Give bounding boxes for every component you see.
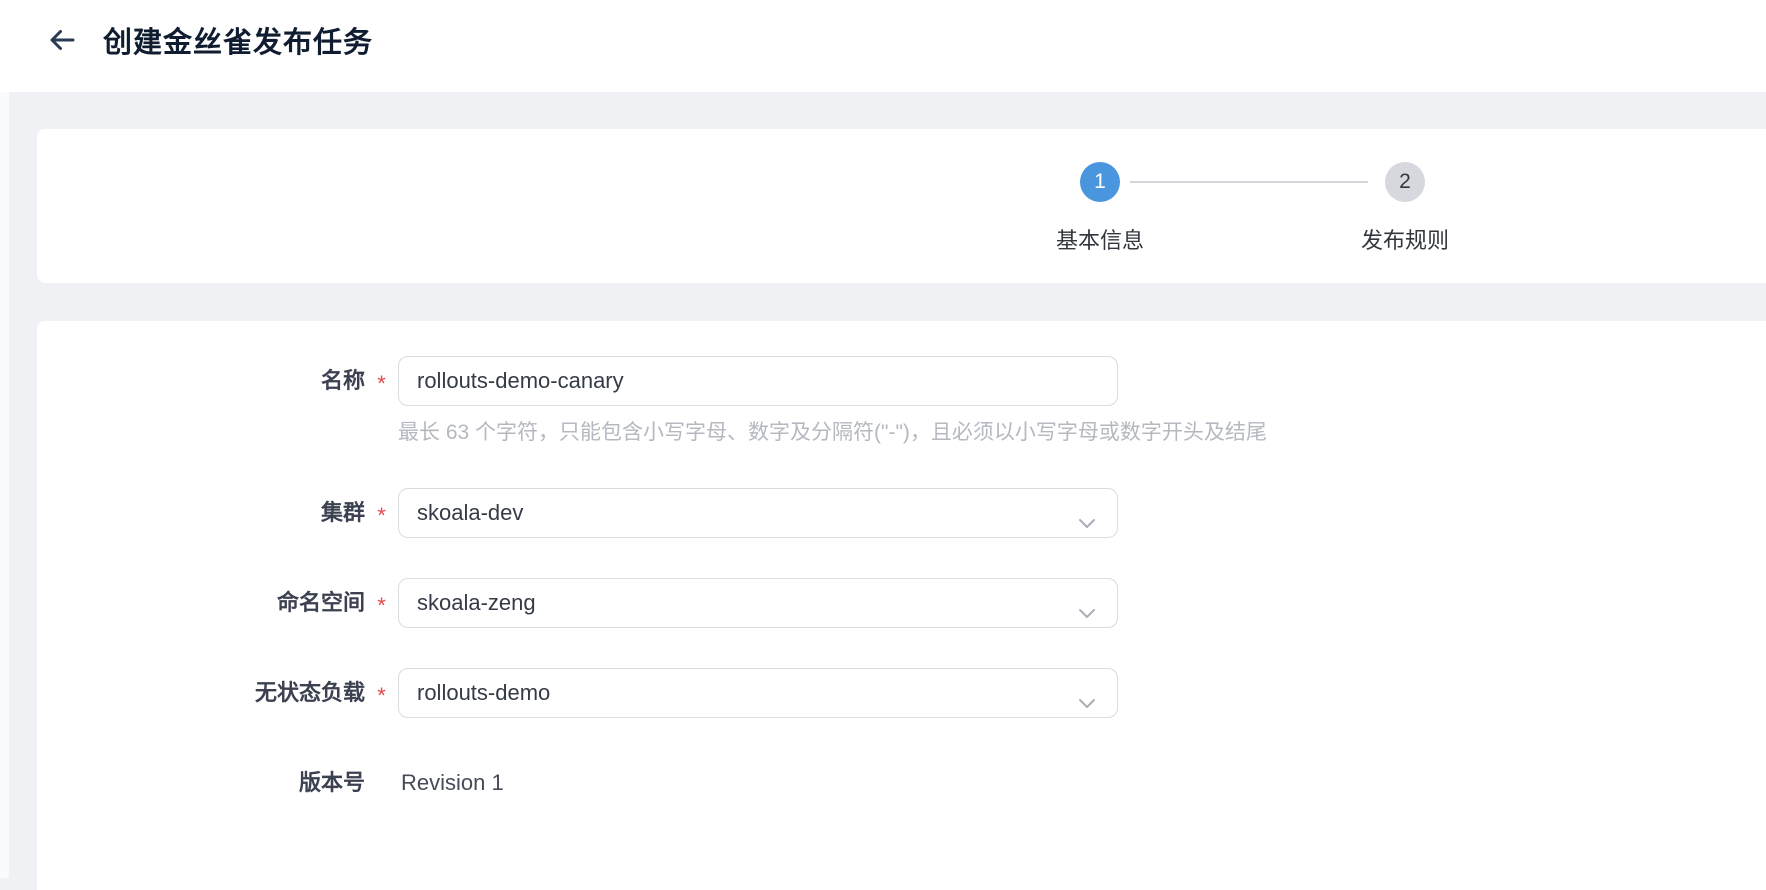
step-item-release-rules[interactable] (1285, 154, 1525, 284)
namespace-required-mark: * (365, 578, 398, 628)
form-row-workload: 无状态负载 * rollouts-demo (37, 668, 1766, 718)
namespace-select-value: skoala-zeng (417, 590, 536, 615)
back-button[interactable] (45, 23, 79, 57)
name-required-mark: * (365, 356, 398, 406)
cluster-select[interactable]: skoala-dev (398, 488, 1118, 538)
stepper-card: 1 基本信息 2 发布规则 (37, 129, 1766, 283)
form-row-namespace: 命名空间 * skoala-zeng (37, 578, 1766, 628)
chevron-down-icon (1076, 503, 1098, 538)
arrow-left-icon (47, 25, 77, 55)
cluster-required-mark: * (365, 488, 398, 538)
name-field-label: 名称 (37, 356, 365, 406)
revision-field-label: 版本号 (37, 758, 365, 808)
form-row-revision: 版本号 Revision 1 (37, 758, 1766, 808)
workload-select-value: rollouts-demo (417, 680, 550, 705)
namespace-select[interactable]: skoala-zeng (398, 578, 1118, 628)
step-item-basic-info[interactable] (980, 154, 1220, 284)
header-row: 创建金丝雀发布任务 (45, 12, 373, 68)
form-card: 名称 * 最长 63 个字符，只能包含小写字母、数字及分隔符("-")，且必须以… (37, 321, 1766, 890)
left-edge-strip (0, 92, 9, 878)
workload-required-mark: * (365, 668, 398, 718)
cluster-select-value: skoala-dev (417, 500, 523, 525)
chevron-down-icon (1076, 593, 1098, 628)
name-helper-text: 最长 63 个字符，只能包含小写字母、数字及分隔符("-")，且必须以小写字母或… (398, 420, 1118, 446)
name-input[interactable] (398, 356, 1118, 406)
cluster-field-label: 集群 (37, 488, 365, 538)
page-title: 创建金丝雀发布任务 (103, 19, 373, 61)
workload-field-label: 无状态负载 (37, 668, 365, 718)
namespace-field-label: 命名空间 (37, 578, 365, 628)
revision-value: Revision 1 (398, 758, 1118, 808)
form-row-cluster: 集群 * skoala-dev (37, 488, 1766, 538)
page-header: 创建金丝雀发布任务 (0, 0, 1766, 92)
workload-select[interactable]: rollouts-demo (398, 668, 1118, 718)
form-row-name: 名称 * 最长 63 个字符，只能包含小写字母、数字及分隔符("-")，且必须以… (37, 356, 1766, 446)
chevron-down-icon (1076, 683, 1098, 718)
